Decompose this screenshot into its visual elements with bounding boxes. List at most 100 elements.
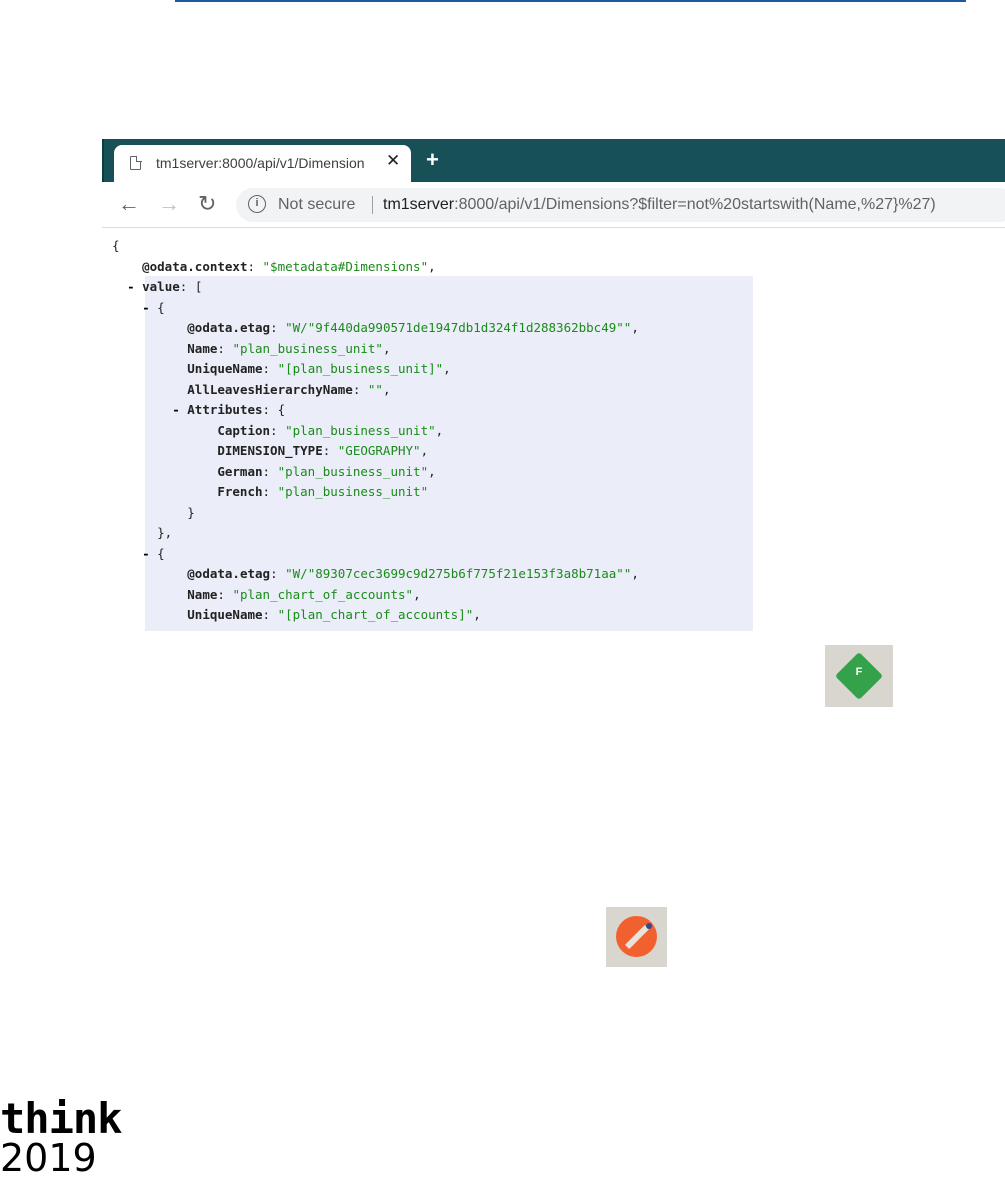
- json-line: DIMENSION_TYPE: "GEOGRAPHY",: [112, 441, 428, 461]
- json-value: "$metadata#Dimensions": [262, 258, 429, 274]
- json-colon: :: [217, 340, 233, 356]
- address-separator: [372, 196, 373, 214]
- tab-title: tm1server:8000/api/v1/Dimension: [156, 155, 365, 171]
- pencil-tip: [646, 923, 652, 929]
- json-punct: ,: [631, 320, 639, 335]
- json-key: Caption: [217, 422, 271, 438]
- json-line: - {: [112, 298, 165, 318]
- json-punct: ,: [631, 566, 639, 581]
- json-punct: ,: [420, 443, 429, 458]
- json-colon: :: [262, 607, 278, 622]
- json-value: "W/"9f440da990571de1947db1d324f1d288362b…: [285, 320, 632, 335]
- json-colon: :: [352, 381, 368, 397]
- security-label[interactable]: Not secure: [278, 196, 355, 214]
- json-punct: },: [157, 525, 173, 540]
- json-collapse-toggle[interactable]: -: [172, 402, 187, 417]
- json-colon: :: [262, 484, 278, 499]
- json-value: "W/"89307cec3699c9d275b6f775f21e153f3a8b…: [285, 566, 632, 581]
- json-key: UniqueName: [187, 607, 263, 622]
- json-key: UniqueName: [187, 361, 263, 376]
- json-punct: {: [157, 545, 165, 561]
- json-punct: ,: [382, 340, 391, 356]
- browser-window: tm1server:8000/api/v1/Dimension ✕ + ← → …: [102, 139, 1005, 631]
- json-colon: :: [217, 586, 233, 602]
- json-viewer: { @odata.context: "$metadata#Dimensions"…: [102, 229, 1005, 631]
- json-key: @odata.etag: [187, 566, 271, 581]
- json-punct: }: [187, 504, 195, 520]
- think-logo: think: [0, 1094, 122, 1143]
- json-punct: {: [277, 402, 286, 417]
- json-value: "plan_business_unit": [277, 484, 429, 499]
- new-tab-icon[interactable]: +: [426, 147, 439, 173]
- browser-tab[interactable]: tm1server:8000/api/v1/Dimension ✕: [114, 145, 411, 182]
- json-key: French: [217, 484, 263, 499]
- json-collapse-toggle[interactable]: -: [142, 300, 157, 315]
- json-line: @odata.etag: "W/"9f440da990571de1947db1d…: [112, 318, 639, 338]
- json-colon: :: [270, 422, 286, 438]
- json-colon: :: [262, 402, 278, 417]
- json-punct: ,: [435, 422, 444, 438]
- json-punct: ,: [473, 607, 481, 622]
- forward-arrow-icon[interactable]: →: [158, 191, 180, 217]
- formula-diamond-icon: F: [825, 645, 893, 707]
- json-value: "plan_business_unit": [277, 463, 429, 479]
- json-line: - {: [112, 544, 165, 564]
- json-collapse-toggle[interactable]: -: [127, 279, 142, 294]
- json-key: Name: [187, 586, 218, 602]
- json-value: "plan_business_unit": [232, 340, 383, 356]
- back-arrow-icon[interactable]: ←: [118, 191, 140, 217]
- json-key: @odata.etag: [187, 320, 271, 335]
- address-bar[interactable]: i Not secure tm1server:8000/api/v1/Dimen…: [236, 188, 1005, 222]
- json-line: Caption: "plan_business_unit",: [112, 421, 443, 441]
- json-line: {: [112, 236, 120, 256]
- reload-icon[interactable]: ↻: [198, 191, 216, 217]
- tab-close-icon[interactable]: ✕: [386, 151, 400, 171]
- pencil-icon: [606, 907, 667, 967]
- json-line: @odata.etag: "W/"89307cec3699c9d275b6f77…: [112, 564, 639, 584]
- json-line: AllLeavesHierarchyName: "",: [112, 380, 391, 400]
- json-key: DIMENSION_TYPE: [217, 443, 323, 458]
- json-line: German: "plan_business_unit",: [112, 462, 436, 482]
- json-line: },: [112, 523, 172, 543]
- json-line: Name: "plan_chart_of_accounts",: [112, 585, 420, 605]
- json-punct: {: [112, 238, 120, 253]
- url-path: :8000/api/v1/Dimensions?$filter=not%20st…: [454, 196, 936, 213]
- json-line: French: "plan_business_unit": [112, 482, 428, 502]
- json-punct: [: [194, 279, 203, 294]
- json-value: "[plan_business_unit]": [277, 361, 444, 376]
- info-icon[interactable]: i: [248, 195, 266, 213]
- json-punct: ,: [428, 463, 436, 479]
- diamond-letter: F: [855, 666, 863, 678]
- json-key: German: [217, 463, 263, 479]
- url-host: tm1server: [383, 196, 455, 213]
- json-value: "": [367, 381, 383, 397]
- json-punct: ,: [382, 381, 391, 397]
- json-punct: {: [157, 299, 165, 315]
- json-key: Name: [187, 340, 218, 356]
- json-value: "plan_chart_of_accounts": [232, 586, 414, 602]
- json-line: UniqueName: "[plan_chart_of_accounts]",: [112, 605, 481, 625]
- json-line: - value: [: [112, 277, 202, 297]
- json-colon: :: [270, 566, 286, 581]
- json-key: value: [142, 279, 180, 294]
- json-key: Attributes: [187, 402, 263, 417]
- browser-toolbar: ← → ↻ i Not secure tm1server:8000/api/v1…: [102, 182, 1005, 228]
- json-value: "plan_business_unit": [285, 422, 436, 438]
- json-collapse-toggle[interactable]: -: [142, 546, 157, 561]
- url-text[interactable]: tm1server:8000/api/v1/Dimensions?$filter…: [383, 196, 936, 214]
- tab-bar: tm1server:8000/api/v1/Dimension ✕ +: [102, 139, 1005, 182]
